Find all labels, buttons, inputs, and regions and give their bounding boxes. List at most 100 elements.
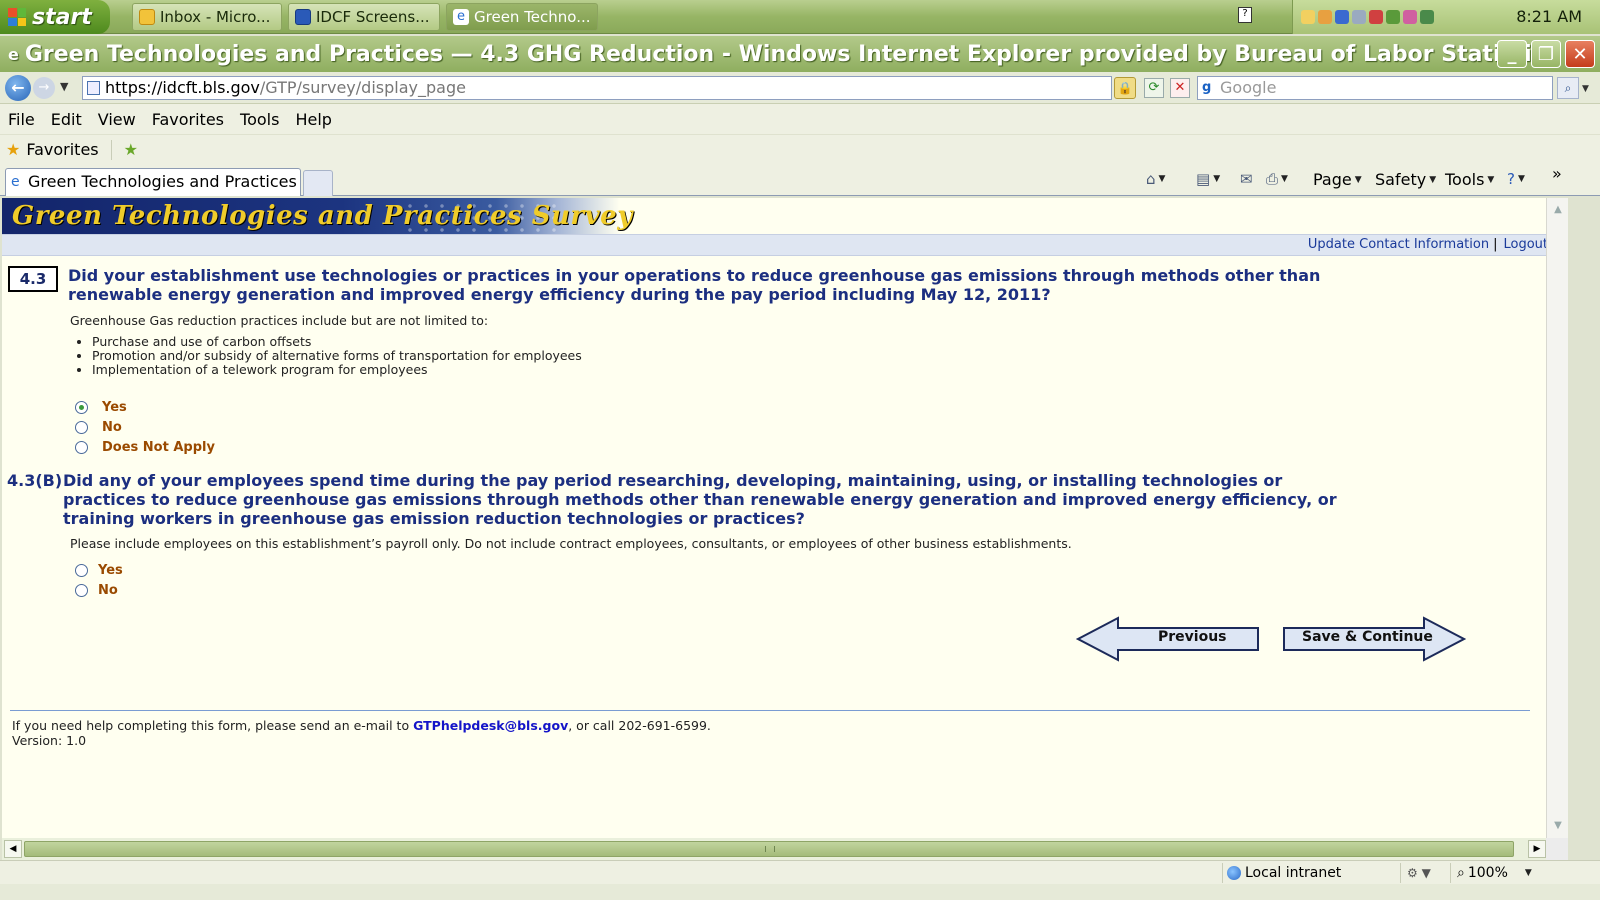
taskbar-item-idcf[interactable]: IDCF Screens... — [288, 3, 440, 31]
search-options-dropdown-icon[interactable]: ▼ — [1582, 84, 1589, 94]
browser-tab-active[interactable]: e Green Technologies and Practices ... — [5, 168, 301, 196]
scroll-up-icon[interactable]: ▲ — [1549, 201, 1567, 219]
menu-tools[interactable]: Tools — [240, 110, 287, 129]
radio-button[interactable] — [75, 584, 88, 597]
option-label[interactable]: No — [98, 583, 118, 598]
shield-tray-icon[interactable] — [1335, 10, 1349, 24]
home-button[interactable]: ⌂ ▼ — [1146, 170, 1165, 188]
save-continue-button[interactable]: Save & Continue — [1280, 616, 1466, 662]
back-button[interactable]: ← — [5, 75, 31, 101]
tools-menu-button[interactable]: Tools ▼ — [1445, 170, 1494, 189]
radio-button[interactable] — [75, 441, 88, 454]
q2-option-yes[interactable]: Yes — [75, 563, 123, 578]
vertical-scrollbar[interactable]: ▲ ▼ — [1546, 198, 1568, 838]
previous-label: Previous — [1158, 629, 1227, 645]
scroll-left-icon[interactable]: ◀ — [4, 840, 22, 858]
menu-help[interactable]: Help — [295, 110, 339, 129]
mail-tray-icon[interactable] — [1301, 10, 1315, 24]
help-icon: ? — [1507, 170, 1515, 188]
option-label[interactable]: Yes — [98, 563, 123, 578]
start-button[interactable]: start — [0, 0, 110, 34]
notify-tray-icon[interactable] — [1318, 10, 1332, 24]
forward-button[interactable]: → — [33, 77, 55, 99]
scroll-down-icon[interactable]: ▼ — [1549, 817, 1567, 835]
chevron-down-icon: ▼ — [1354, 174, 1362, 185]
url-input[interactable]: https://idcft.bls.gov/GTP/survey/display… — [82, 76, 1112, 100]
favorites-star-icon[interactable]: ★ — [6, 140, 20, 159]
horizontal-scrollbar[interactable]: ◀ ▶ — [2, 838, 1568, 860]
lock-icon[interactable]: 🔒 — [1114, 77, 1136, 99]
taskbar: start Inbox - Micro... IDCF Screens... e… — [0, 0, 1600, 34]
feeds-button[interactable]: ▤ ▼ — [1196, 170, 1220, 188]
maximize-button[interactable]: ❐ — [1531, 40, 1561, 68]
footer-divider — [10, 710, 1530, 711]
safety-menu-button[interactable]: Safety ▼ — [1375, 170, 1436, 189]
q1-option-no[interactable]: No — [75, 420, 122, 435]
clock[interactable]: 8:21 AM — [1516, 7, 1582, 26]
taskbar-item-green-techno[interactable]: e Green Techno... — [446, 3, 598, 31]
question-note: Please include employees on this establi… — [70, 536, 1072, 551]
previous-button[interactable]: Previous — [1076, 616, 1262, 662]
security-zone[interactable]: Local intranet — [1222, 863, 1341, 883]
more-commands-icon[interactable]: » — [1552, 164, 1562, 183]
search-input[interactable]: g Google — [1197, 76, 1553, 100]
new-tab-button[interactable] — [303, 170, 333, 196]
mail-icon: ✉ — [1240, 170, 1253, 188]
option-label[interactable]: No — [102, 420, 122, 435]
radio-button[interactable] — [75, 421, 88, 434]
print-button[interactable]: ⎙ ▼ — [1266, 170, 1288, 188]
menu-edit[interactable]: Edit — [51, 110, 90, 129]
q1-option-yes[interactable]: Yes — [75, 400, 127, 415]
app-tray-icon[interactable] — [1403, 10, 1417, 24]
taskbar-item-label: Inbox - Micro... — [160, 8, 271, 26]
close-button[interactable]: ✕ — [1565, 40, 1595, 68]
window-titlebar: e Green Technologies and Practices — 4.3… — [0, 36, 1600, 72]
menu-view[interactable]: View — [98, 110, 144, 129]
url-path: /GTP/survey/display_page — [259, 78, 466, 97]
question-note: Greenhouse Gas reduction practices inclu… — [70, 313, 489, 328]
q1-option-does-not-apply[interactable]: Does Not Apply — [75, 440, 215, 455]
search-icon[interactable]: ⌕ — [1557, 77, 1579, 99]
favorites-button[interactable]: Favorites — [26, 140, 98, 159]
radio-button-checked[interactable] — [75, 401, 88, 414]
zoom-control[interactable]: ⌕ 100% ▼ — [1450, 863, 1532, 883]
page-menu-button[interactable]: Page ▼ — [1313, 170, 1362, 189]
chevron-down-icon: ▼ — [1158, 174, 1166, 184]
google-icon: g — [1202, 80, 1212, 95]
list-item: Purchase and use of carbon offsets — [92, 335, 582, 349]
stop-button[interactable]: ✕ — [1170, 78, 1190, 98]
security-tray-icon[interactable] — [1420, 10, 1434, 24]
search-placeholder: Google — [1220, 78, 1277, 97]
history-dropdown-icon[interactable]: ▼ — [60, 80, 68, 93]
tab-row: e Green Technologies and Practices ... ⌂… — [0, 164, 1600, 196]
safety-menu-label: Safety — [1375, 170, 1427, 189]
save-continue-label: Save & Continue — [1302, 629, 1433, 645]
network-tray-icon[interactable] — [1369, 10, 1383, 24]
q2-option-no[interactable]: No — [75, 583, 118, 598]
option-label[interactable]: Does Not Apply — [102, 440, 215, 455]
update-contact-link[interactable]: Update Contact Information — [1308, 237, 1489, 252]
add-favorite-icon[interactable]: ★ — [124, 140, 138, 159]
option-label[interactable]: Yes — [102, 400, 127, 415]
scroll-thumb[interactable] — [24, 841, 1514, 857]
help-menu-button[interactable]: ? ▼ — [1507, 170, 1525, 188]
chevron-down-icon: ▼ — [1517, 174, 1525, 184]
url-host: https://idcft.bls.gov — [105, 78, 260, 97]
radio-button[interactable] — [75, 564, 88, 577]
help-tray-icon[interactable]: ? — [1238, 7, 1252, 23]
protected-mode-icon[interactable]: ⚙ ▼ — [1400, 863, 1431, 883]
examples-list: Purchase and use of carbon offsets Promo… — [78, 335, 582, 377]
monitor-tray-icon[interactable] — [1352, 10, 1366, 24]
nvidia-tray-icon[interactable] — [1386, 10, 1400, 24]
refresh-button[interactable]: ⟳ — [1144, 78, 1164, 98]
mail-button[interactable]: ✉ — [1240, 170, 1253, 188]
taskbar-item-inbox[interactable]: Inbox - Micro... — [132, 3, 282, 31]
menu-favorites[interactable]: Favorites — [152, 110, 232, 129]
helpdesk-email-link[interactable]: GTPhelpdesk@bls.gov — [413, 718, 568, 733]
logout-link[interactable]: Logout — [1503, 237, 1546, 252]
scroll-right-icon[interactable]: ▶ — [1528, 840, 1546, 858]
chevron-down-icon: ▼ — [1487, 174, 1495, 185]
taskbar-item-label: IDCF Screens... — [316, 8, 430, 26]
minimize-button[interactable]: _ — [1497, 40, 1527, 68]
menu-file[interactable]: File — [8, 110, 43, 129]
